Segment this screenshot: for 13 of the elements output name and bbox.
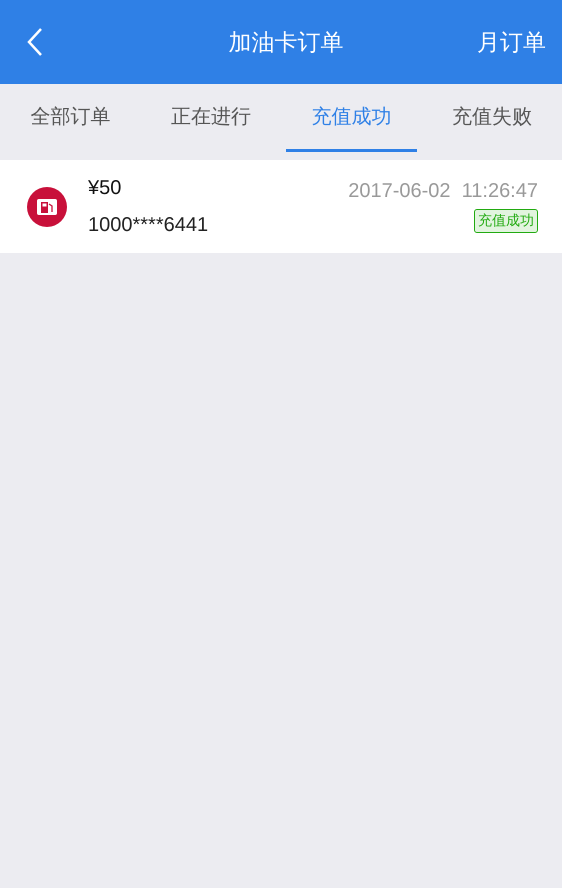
card-number: 1000****6441 — [88, 214, 208, 236]
order-amount: ¥50 — [88, 176, 122, 200]
order-row[interactable]: ¥50 1000****6441 2017-06-02 11:26:47 充值成功 — [0, 160, 562, 253]
page-title: 加油卡订单 — [228, 28, 344, 58]
monthly-orders-link[interactable]: 月订单 — [477, 26, 546, 58]
tab[interactable]: 充值成功 — [286, 84, 416, 152]
tab[interactable]: 充值失败 — [426, 84, 557, 152]
status-badge: 充值成功 — [474, 209, 538, 233]
fuel-pump-icon — [26, 186, 68, 228]
tab[interactable]: 正在进行 — [146, 84, 276, 152]
order-time: 2017-06-02 11:26:47 — [348, 180, 538, 203]
back-icon[interactable] — [26, 27, 44, 57]
tab[interactable]: 全部订单 — [5, 84, 136, 152]
